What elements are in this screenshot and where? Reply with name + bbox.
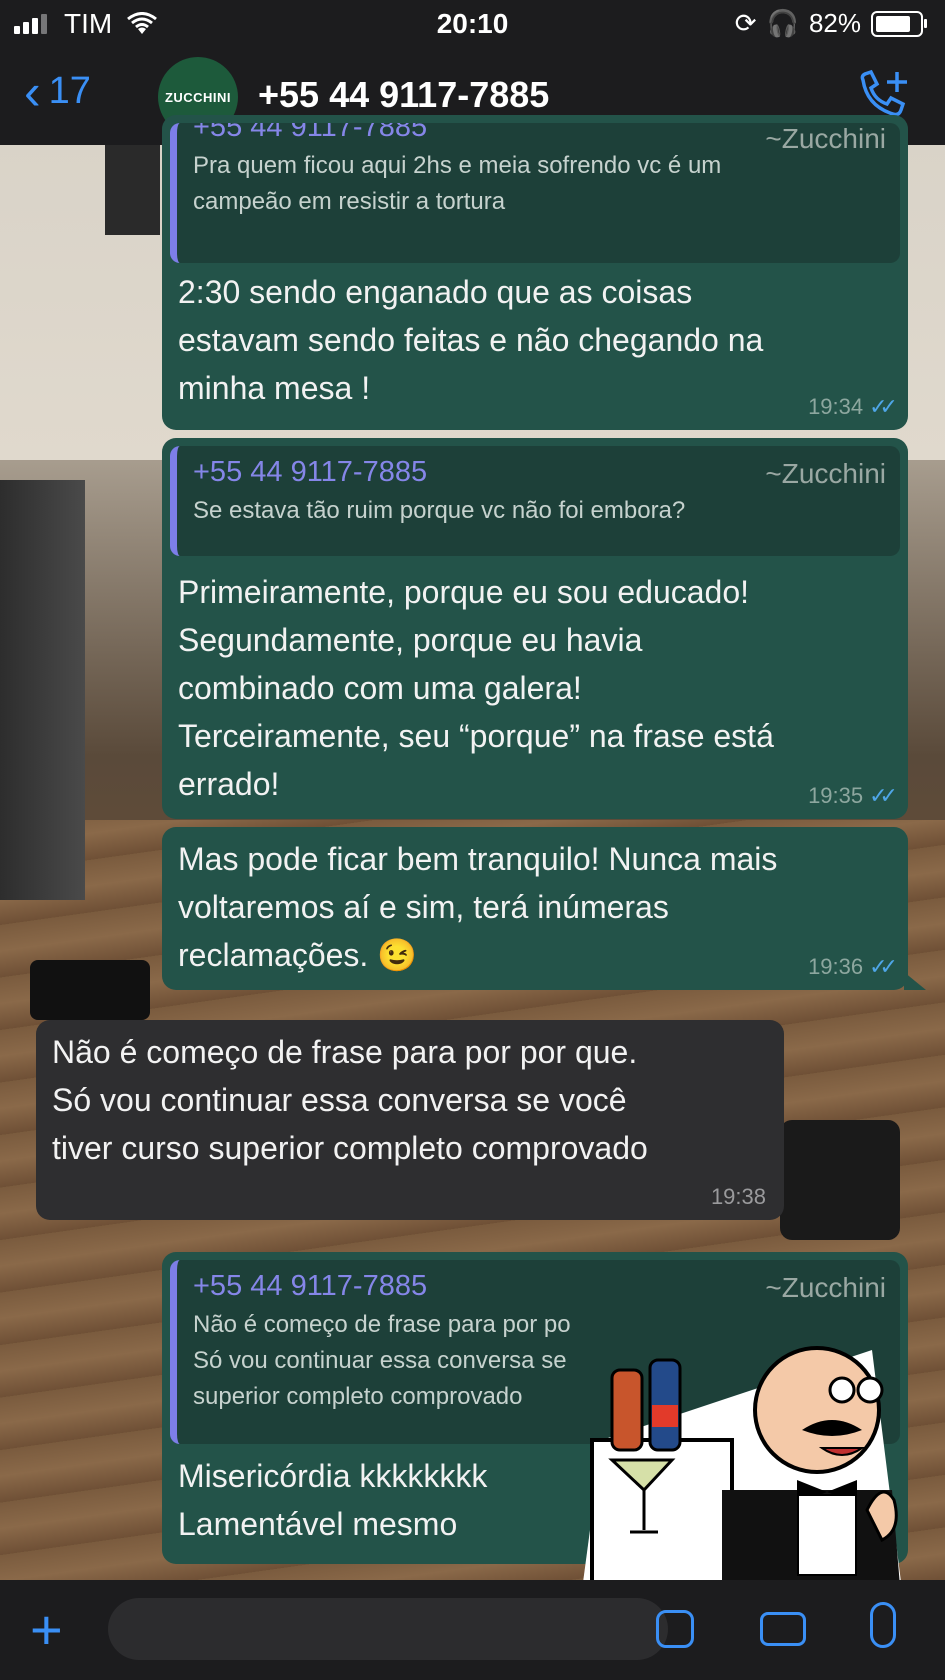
message-text: Primeiramente, porque eu sou educado! Se… xyxy=(178,574,774,802)
message-bubble-outgoing[interactable]: Mas pode ficar bem tranquilo! Nunca mais… xyxy=(162,827,926,990)
quoted-text: Se estava tão ruim porque vc não foi emb… xyxy=(193,497,686,524)
quoted-text: Pra quem ficou aqui 2hs e meia sofrendo … xyxy=(193,152,722,215)
quoted-author-tag: ~Zucchini xyxy=(765,123,886,154)
quoted-message[interactable]: +55 44 9117-7885 ~Zucchini Pra quem fico… xyxy=(170,123,900,263)
message-input[interactable] xyxy=(108,1598,668,1660)
message-bubble-outgoing[interactable]: +55 44 9117-7885 ~Zucchini Pra quem fico… xyxy=(162,115,908,430)
message-text: Não é começo de frase para por por que. … xyxy=(52,1034,648,1166)
battery-percent: 82% xyxy=(808,8,861,38)
message-composer: + xyxy=(0,1580,945,1680)
plus-icon[interactable]: + xyxy=(30,1602,63,1658)
message-meta: 19:38 xyxy=(711,1184,766,1210)
headphones-icon: 🎧 xyxy=(766,8,799,38)
unread-count: 17 xyxy=(48,70,91,112)
quoted-author-tag: ~Zucchini xyxy=(765,1272,886,1303)
sticker-icon[interactable] xyxy=(656,1610,694,1648)
quoted-message[interactable]: +55 44 9117-7885 ~Zucchini Se estava tão… xyxy=(170,446,900,556)
camera-icon[interactable] xyxy=(760,1612,806,1646)
message-text: Mas pode ficar bem tranquilo! Nunca mais… xyxy=(178,841,778,973)
message-meta: 19:36 ✓✓ xyxy=(808,954,898,980)
message-text: 2:30 sendo enganado que as coisas estava… xyxy=(178,274,764,406)
message-time: 19:38 xyxy=(710,1184,766,1209)
message-bubble-outgoing[interactable]: +55 44 9117-7885 ~Zucchini Se estava tão… xyxy=(162,438,908,819)
status-bar: TIM 20:10 ⟳ 🎧 82% xyxy=(0,0,945,50)
message-time: 19:34 xyxy=(808,394,864,419)
back-chevron-icon: ‹ xyxy=(24,63,41,120)
drinks-sticker-image xyxy=(572,1330,912,1610)
read-receipt-icon: ✓✓ xyxy=(869,954,898,979)
message-text: Misericórdia kkkkkkkk Lamentável mesmo xyxy=(178,1458,488,1542)
message-meta: 19:35 ✓✓ xyxy=(808,783,898,809)
orientation-lock-icon: ⟳ xyxy=(734,8,757,38)
message-bubble-incoming[interactable]: Não é começo de frase para por por que. … xyxy=(36,1020,784,1220)
read-receipt-icon: ✓✓ xyxy=(869,394,898,419)
contact-name[interactable]: +55 44 9117-7885 xyxy=(258,74,549,116)
message-meta: 19:34 ✓✓ xyxy=(808,394,898,420)
battery-icon xyxy=(871,10,927,37)
back-button[interactable]: ‹ 17 xyxy=(24,63,91,120)
microphone-icon[interactable] xyxy=(870,1602,896,1648)
message-time: 19:36 xyxy=(808,954,864,979)
message-time: 19:35 xyxy=(808,783,864,808)
quoted-author-tag: ~Zucchini xyxy=(765,458,886,489)
avatar-logo-text: ZUCCHINI xyxy=(164,89,232,105)
read-receipt-icon: ✓✓ xyxy=(869,783,898,808)
